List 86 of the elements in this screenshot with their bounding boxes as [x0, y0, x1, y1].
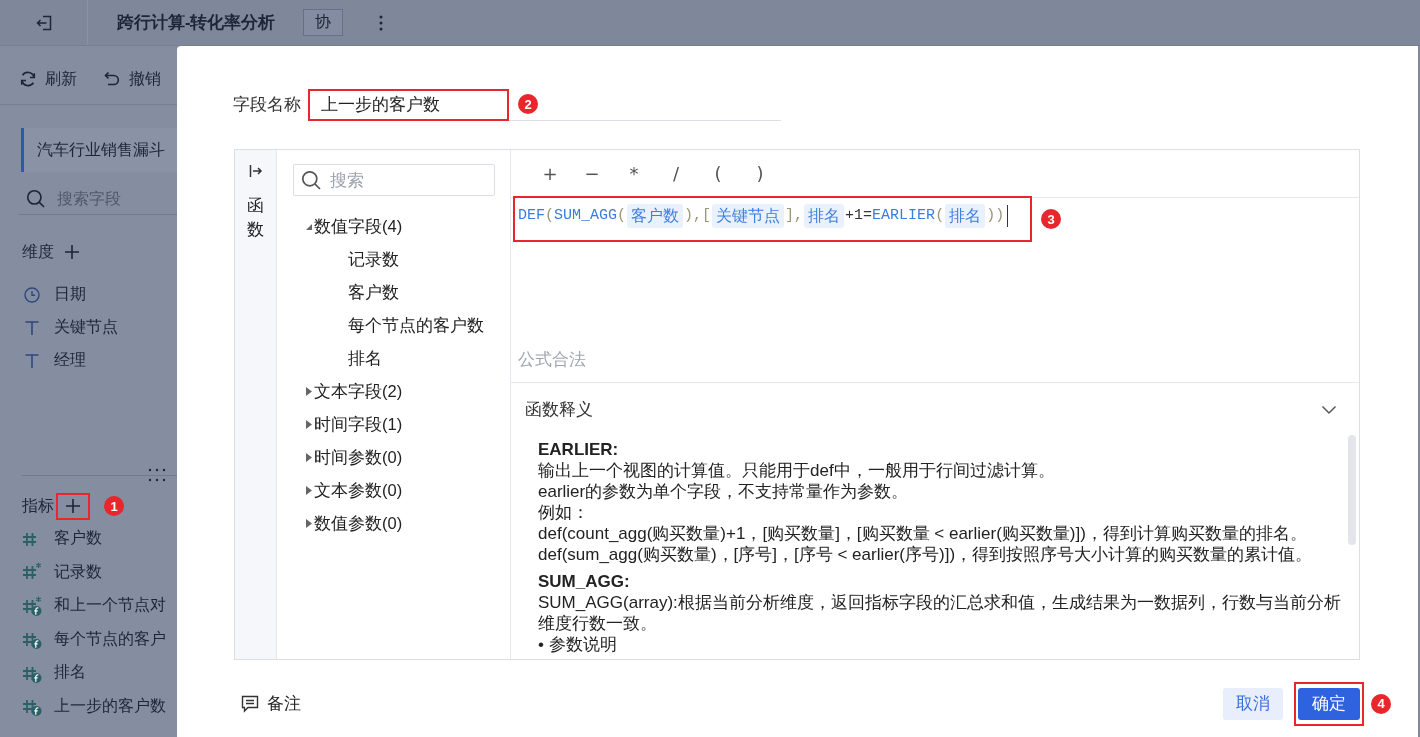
- step-badge: 4: [1371, 693, 1391, 714]
- plus-icon: [65, 498, 81, 514]
- help-text: def(count_agg(购买数量)+1，[购买数量]，[购买数量 < earlier(购买数量)])，得到计算购买数量的排名。: [538, 523, 1308, 544]
- text-cursor: [1007, 205, 1009, 227]
- more-icon[interactable]: [378, 14, 383, 31]
- tree-group[interactable]: 时间参数(0): [293, 441, 495, 474]
- search-icon: [301, 170, 321, 190]
- clock-icon: [24, 286, 40, 303]
- formula-punctuation: (: [545, 206, 555, 226]
- cancel-button[interactable]: 取消: [1223, 687, 1283, 720]
- formula-punctuation: (: [935, 206, 945, 226]
- undo-icon: [103, 70, 121, 88]
- field-item[interactable]: 上一步的客户数: [0, 689, 177, 723]
- operator-button[interactable]: *: [613, 158, 655, 189]
- field-token: 排名: [804, 204, 845, 228]
- operator-button[interactable]: +: [529, 158, 571, 189]
- tree-item[interactable]: 排名: [348, 347, 382, 370]
- operator-button[interactable]: ): [739, 158, 781, 189]
- number-formula-icon: [21, 595, 42, 616]
- field-item[interactable]: 关键节点: [0, 311, 177, 344]
- help-text: 输出上一个视图的计算值。只能用于def中，一般用于行间过滤计算。: [538, 460, 1056, 481]
- help-text: earlier的参数为单个字段，不支持常量作为参数。: [538, 481, 910, 502]
- formula-punctuation: (: [617, 206, 627, 226]
- tree-item[interactable]: 记录数: [348, 248, 399, 271]
- scrollbar-thumb[interactable]: [1348, 435, 1356, 545]
- plus-icon: [64, 244, 80, 260]
- confirm-button[interactable]: 确定: [1298, 687, 1360, 720]
- grip-icon[interactable]: [148, 468, 166, 482]
- step-badge: 1: [104, 496, 124, 516]
- help-title: 函数释义: [525, 399, 593, 420]
- help-heading: SUM_AGG:: [538, 571, 631, 592]
- field-item[interactable]: 客户数: [0, 522, 177, 556]
- collab-tag[interactable]: 协: [302, 9, 343, 36]
- section-title: 维度: [22, 241, 54, 262]
- status-text: 公式合法: [517, 349, 587, 370]
- operator-button[interactable]: −: [571, 158, 613, 189]
- help-text: SUM_AGG(array):根据当前分析维度，返回指标字段的汇总求和值，生成结果为一数据列，行数与当前分析维度行数一致。: [538, 592, 1342, 634]
- refresh-button[interactable]: 刷新: [19, 68, 77, 90]
- field-token: 关键节点: [712, 204, 785, 228]
- tree-group[interactable]: 时间字段(1): [293, 408, 495, 441]
- tree-group[interactable]: 文本参数(0): [293, 474, 495, 507]
- function-tab[interactable]: 函数: [247, 194, 264, 242]
- function-name: DEF: [518, 206, 545, 226]
- field-item[interactable]: 经理: [0, 344, 177, 377]
- help-heading: EARLIER:: [538, 439, 620, 460]
- step-badge: 3: [1041, 209, 1062, 229]
- tree-item[interactable]: 每个节点的客户数: [348, 314, 484, 337]
- section-title: 指标: [22, 495, 54, 516]
- help-text: • 参数说明: [538, 634, 618, 655]
- field-label: 字段名称: [233, 94, 301, 115]
- help-text: 例如：: [538, 502, 590, 523]
- tree-group[interactable]: 文本字段(2): [293, 375, 495, 408]
- function-name: EARLIER: [872, 206, 936, 226]
- field-item[interactable]: 日期: [0, 278, 177, 311]
- search-input[interactable]: 搜索: [330, 170, 470, 190]
- search-icon: [26, 189, 45, 208]
- undo-button[interactable]: 撤销: [103, 68, 161, 90]
- formula-operator: +1=: [845, 206, 873, 226]
- add-button[interactable]: [64, 244, 80, 260]
- help-text: def(sum_agg(购买数量)，[序号]，[序号 < earlier(序号)])，得到按照序号大小计算的购买数量的累计值。: [538, 544, 1314, 565]
- field-item[interactable]: 每个节点的客户: [0, 622, 177, 656]
- exit-icon[interactable]: [34, 13, 53, 32]
- field-item[interactable]: 排名: [0, 656, 177, 690]
- note-button[interactable]: 备注: [241, 692, 301, 715]
- field-token: 客户数: [627, 204, 684, 228]
- report-title: 跨行计算-转化率分析: [117, 11, 276, 33]
- operator-button[interactable]: (: [697, 158, 739, 189]
- formula-punctuation: ),[: [684, 206, 712, 226]
- refresh-icon: [19, 70, 37, 88]
- operator-button[interactable]: /: [655, 158, 697, 189]
- comment-icon: [241, 694, 259, 713]
- dataset-item[interactable]: 汽车行业销售漏斗: [21, 128, 177, 172]
- formula-input[interactable]: DEF(SUM_AGG( 客户数 ),[ 关键节点 ], 排名 +1=EARLIER( 排名 )) 3 公式合法: [511, 198, 1359, 383]
- field-token: 排名: [945, 204, 986, 228]
- tree-group[interactable]: 数值参数(0): [293, 507, 495, 540]
- tree-group[interactable]: 数值字段(4): [293, 210, 495, 243]
- field-item[interactable]: 和上一个节点对: [0, 589, 177, 623]
- text-type-icon: [24, 319, 40, 336]
- text-type-icon: [24, 352, 40, 369]
- bar-arrow-icon[interactable]: [248, 164, 263, 178]
- field-item[interactable]: 记录数: [0, 555, 177, 589]
- add-button[interactable]: [65, 498, 81, 514]
- tree-item[interactable]: 客户数: [348, 281, 399, 304]
- formula-punctuation: )): [986, 206, 1005, 226]
- function-name: SUM_AGG: [554, 206, 618, 226]
- formula-punctuation: ],: [785, 206, 804, 226]
